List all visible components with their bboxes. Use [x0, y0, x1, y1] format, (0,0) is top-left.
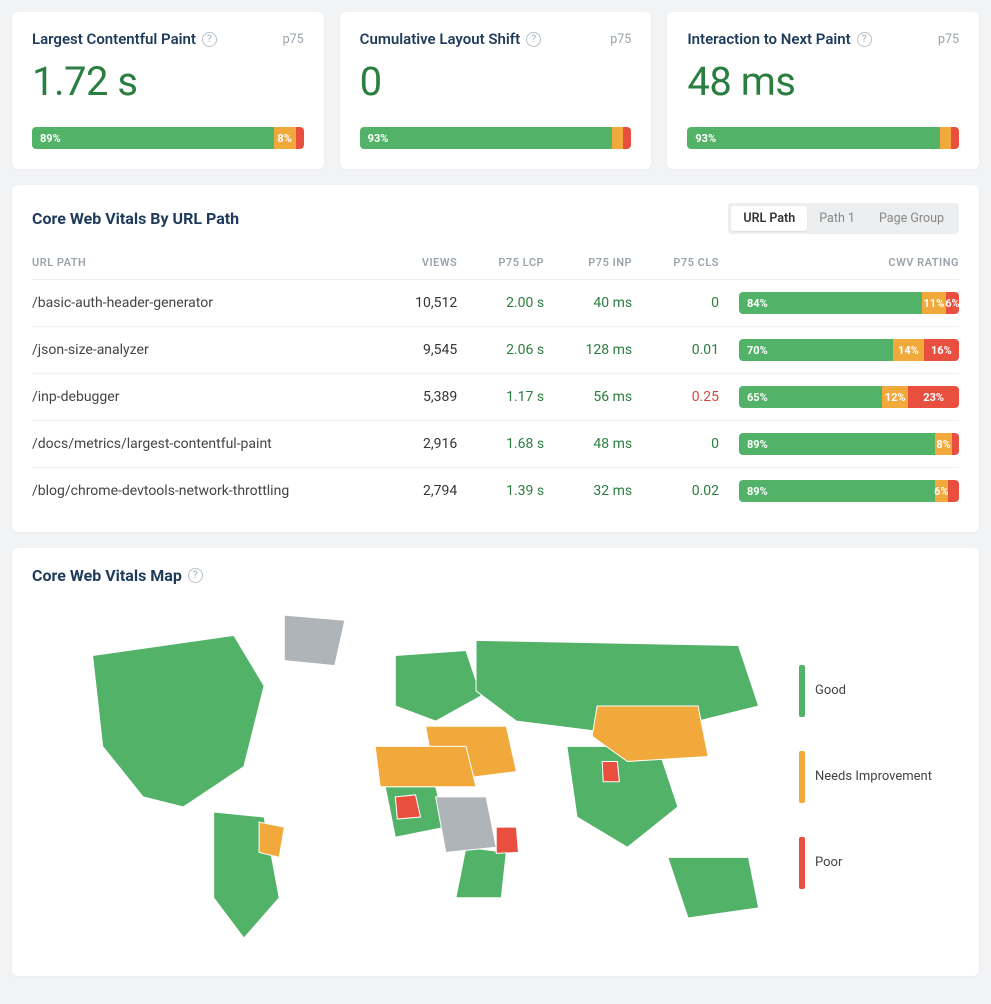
col-rating: CWV RATING: [729, 248, 959, 280]
cls-value: 0: [360, 58, 632, 105]
cls-sub: p75: [610, 32, 631, 47]
swatch-good: [799, 665, 805, 717]
help-icon[interactable]: ?: [188, 568, 203, 583]
swatch-ni: [799, 751, 805, 803]
map-legend: Good Needs Improvement Poor: [799, 631, 959, 923]
inp-value: 48 ms: [687, 58, 959, 105]
help-icon[interactable]: ?: [857, 32, 872, 47]
cell-cls: 0.01: [642, 327, 729, 374]
cell-rating: 84%11%6%: [729, 280, 959, 327]
cell-cls: 0.25: [642, 374, 729, 421]
table-row[interactable]: /basic-auth-header-generator10,5122.00 s…: [32, 280, 959, 327]
cell-inp: 32 ms: [554, 468, 642, 515]
toggle-path1[interactable]: Path 1: [807, 206, 867, 231]
map-title: Core Web Vitals Map: [32, 566, 182, 585]
cell-rating: 70%14%16%: [729, 327, 959, 374]
inp-title: Interaction to Next Paint: [687, 30, 850, 48]
legend-ni-label: Needs Improvement: [815, 769, 932, 784]
col-cls: P75 CLS: [642, 248, 729, 280]
cell-inp: 128 ms: [554, 327, 642, 374]
col-lcp: P75 LCP: [467, 248, 554, 280]
world-map[interactable]: [32, 595, 799, 958]
cell-path: /inp-debugger: [32, 374, 385, 421]
table-row[interactable]: /inp-debugger5,3891.17 s56 ms0.2565%12%2…: [32, 374, 959, 421]
toggle-page-group[interactable]: Page Group: [867, 206, 956, 231]
help-icon[interactable]: ?: [202, 32, 217, 47]
legend-ni: Needs Improvement: [799, 751, 959, 803]
cell-path: /json-size-analyzer: [32, 327, 385, 374]
cell-views: 5,389: [385, 374, 467, 421]
cell-inp: 48 ms: [554, 421, 642, 468]
cell-rating: 89%8%: [729, 421, 959, 468]
col-path: URL PATH: [32, 248, 385, 280]
lcp-card: Largest Contentful Paint ? p75 1.72 s 89…: [12, 12, 324, 169]
lcp-value: 1.72 s: [32, 58, 304, 105]
cls-card: Cumulative Layout Shift ? p75 0 93%: [340, 12, 652, 169]
table-row[interactable]: /json-size-analyzer9,5452.06 s128 ms0.01…: [32, 327, 959, 374]
lcp-sub: p75: [283, 32, 304, 47]
cls-bar: 93%: [360, 127, 632, 149]
table-row[interactable]: /blog/chrome-devtools-network-throttling…: [32, 468, 959, 515]
cell-rating: 89%6%: [729, 468, 959, 515]
cls-title: Cumulative Layout Shift: [360, 30, 521, 48]
cell-path: /basic-auth-header-generator: [32, 280, 385, 327]
legend-good: Good: [799, 665, 959, 717]
cell-views: 2,916: [385, 421, 467, 468]
cell-lcp: 1.39 s: [467, 468, 554, 515]
legend-poor-label: Poor: [815, 855, 842, 870]
cell-views: 10,512: [385, 280, 467, 327]
cell-lcp: 1.17 s: [467, 374, 554, 421]
metric-cards: Largest Contentful Paint ? p75 1.72 s 89…: [12, 12, 979, 169]
cell-path: /blog/chrome-devtools-network-throttling: [32, 468, 385, 515]
lcp-title: Largest Contentful Paint: [32, 30, 196, 48]
cell-lcp: 2.06 s: [467, 327, 554, 374]
cell-views: 2,794: [385, 468, 467, 515]
legend-good-label: Good: [815, 683, 846, 698]
cell-cls: 0: [642, 280, 729, 327]
legend-poor: Poor: [799, 837, 959, 889]
cell-cls: 0: [642, 421, 729, 468]
url-table-title: Core Web Vitals By URL Path: [32, 209, 239, 228]
inp-bar: 93%: [687, 127, 959, 149]
lcp-bar: 89%8%: [32, 127, 304, 149]
cell-views: 9,545: [385, 327, 467, 374]
cell-cls: 0.02: [642, 468, 729, 515]
inp-card: Interaction to Next Paint ? p75 48 ms 93…: [667, 12, 979, 169]
map-panel: Core Web Vitals Map ?: [12, 548, 979, 976]
col-inp: P75 INP: [554, 248, 642, 280]
toggle-url-path[interactable]: URL Path: [731, 206, 807, 231]
cell-inp: 40 ms: [554, 280, 642, 327]
cell-inp: 56 ms: [554, 374, 642, 421]
cell-path: /docs/metrics/largest-contentful-paint: [32, 421, 385, 468]
cell-lcp: 1.68 s: [467, 421, 554, 468]
cwv-table: URL PATH VIEWS P75 LCP P75 INP P75 CLS C…: [32, 248, 959, 514]
inp-sub: p75: [938, 32, 959, 47]
path-toggle: URL Path Path 1 Page Group: [728, 203, 959, 234]
swatch-poor: [799, 837, 805, 889]
cell-rating: 65%12%23%: [729, 374, 959, 421]
url-table-panel: Core Web Vitals By URL Path URL Path Pat…: [12, 185, 979, 532]
help-icon[interactable]: ?: [526, 32, 541, 47]
table-row[interactable]: /docs/metrics/largest-contentful-paint2,…: [32, 421, 959, 468]
cell-lcp: 2.00 s: [467, 280, 554, 327]
col-views: VIEWS: [385, 248, 467, 280]
